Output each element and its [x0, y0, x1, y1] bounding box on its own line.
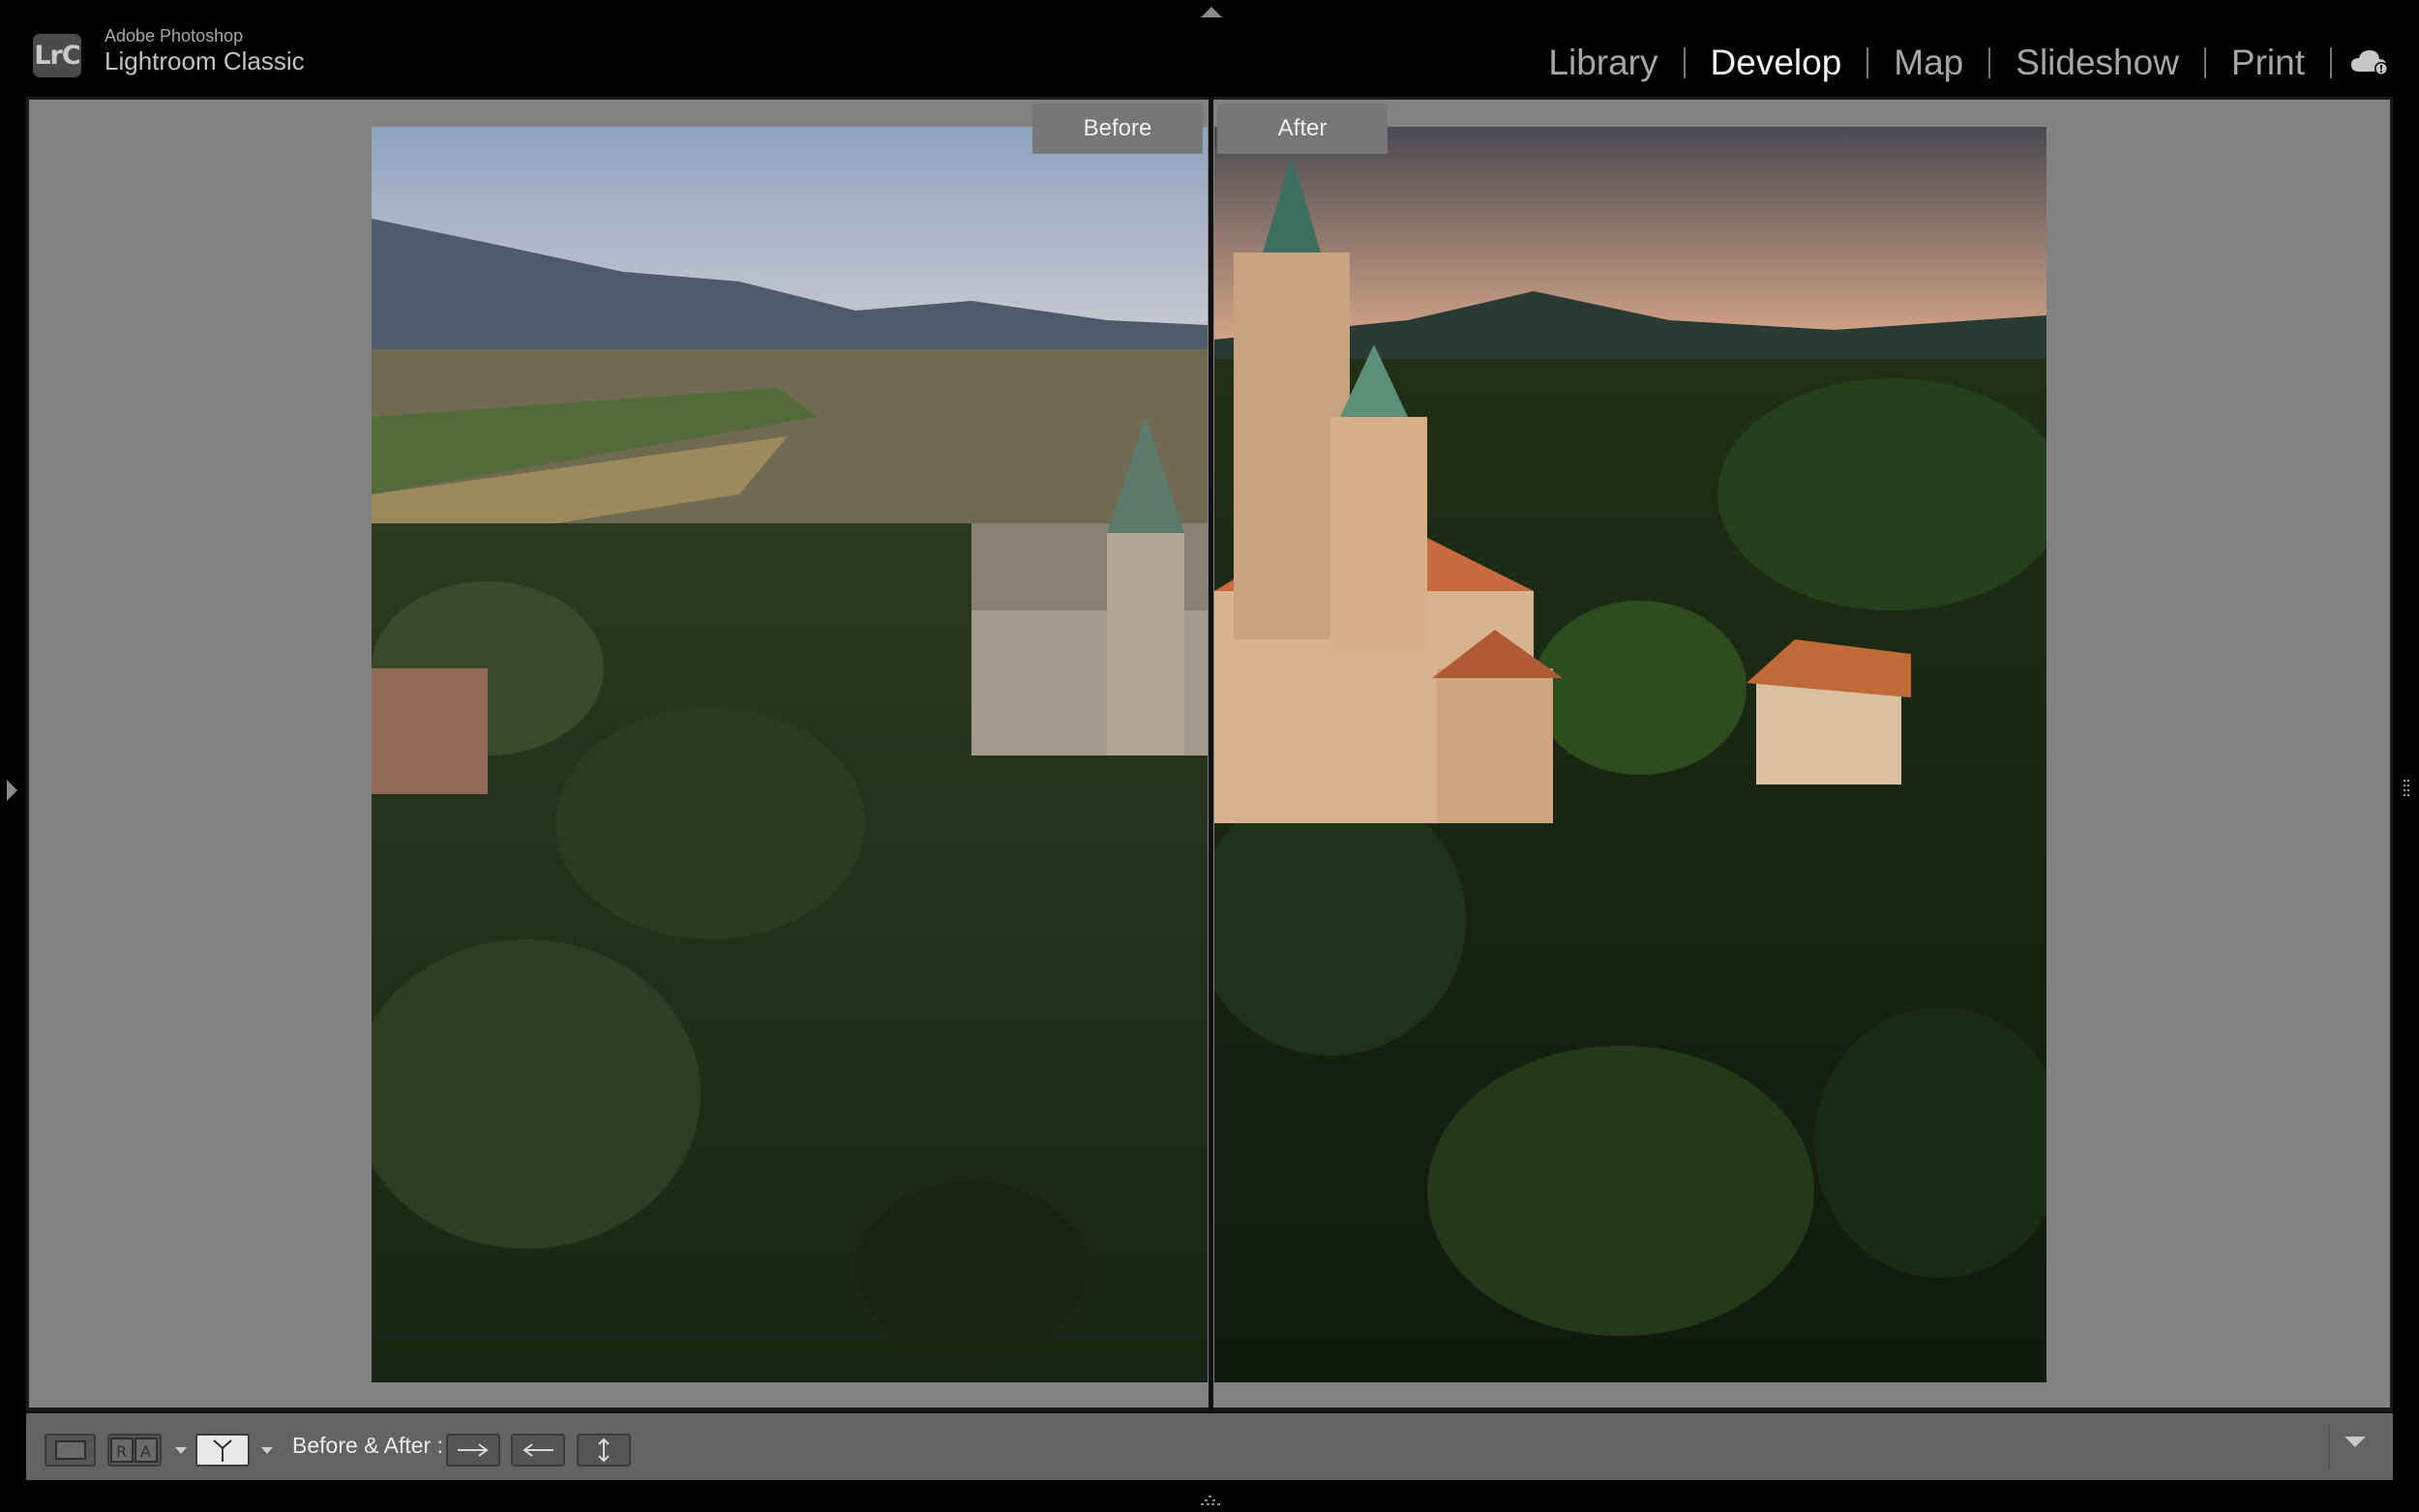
swap-before-after-icon	[598, 1438, 610, 1463]
after-label: After	[1217, 104, 1388, 154]
before-photo-image	[372, 127, 1208, 1382]
right-panel-grip-icon[interactable]	[2400, 778, 2413, 801]
after-photo[interactable]	[1214, 127, 2046, 1382]
before-after-dropdown-icon[interactable]	[261, 1447, 273, 1454]
toolbar-divider	[2328, 1425, 2330, 1469]
identity-plate: LrC Adobe Photoshop Lightroom Classic Li…	[0, 0, 2419, 97]
module-slideshow[interactable]: Slideshow	[1990, 43, 2204, 83]
top-panel-toggle-icon[interactable]	[1201, 7, 1222, 17]
lightroom-logo-icon: LrC	[33, 34, 81, 77]
loupe-view-icon	[54, 1440, 86, 1460]
reference-view-icon: R A	[110, 1438, 158, 1463]
before-after-split-icon	[213, 1439, 232, 1462]
copy-before-to-after-icon	[458, 1443, 489, 1457]
copy-after-to-before-icon	[523, 1443, 553, 1457]
before-after-view-button[interactable]	[195, 1434, 250, 1467]
toolbar-menu-toggle-icon[interactable]	[2344, 1437, 2366, 1447]
before-after-label: Before & After :	[292, 1433, 443, 1458]
svg-text:A: A	[140, 1442, 151, 1461]
module-library[interactable]: Library	[1523, 43, 1683, 83]
before-photo[interactable]	[372, 127, 1208, 1382]
copy-before-to-after-button[interactable]	[446, 1434, 500, 1467]
loupe-view-button[interactable]	[45, 1434, 96, 1467]
copy-after-to-before-button[interactable]	[511, 1434, 565, 1467]
before-label: Before	[1032, 104, 1203, 154]
left-panel-toggle-icon[interactable]	[7, 780, 17, 801]
svg-text:R: R	[116, 1442, 127, 1461]
module-develop[interactable]: Develop	[1686, 43, 1867, 83]
after-photo-image	[1214, 127, 2046, 1382]
reference-view-dropdown-icon[interactable]	[175, 1447, 187, 1454]
module-map[interactable]: Map	[1868, 43, 1988, 83]
reference-view-button[interactable]: R A	[107, 1434, 162, 1467]
module-print[interactable]: Print	[2206, 43, 2330, 83]
module-picker: Library Develop Map Slideshow Print	[1523, 39, 2332, 87]
app-vendor: Adobe Photoshop	[105, 26, 244, 45]
cloud-sync-icon[interactable]	[2349, 46, 2390, 77]
module-separator	[2330, 47, 2332, 78]
filmstrip-grip-icon[interactable]	[1200, 1495, 1221, 1506]
app-name: Lightroom Classic	[105, 46, 305, 75]
develop-toolbar: R A Before & After :	[26, 1410, 2393, 1480]
swap-before-after-button[interactable]	[577, 1434, 631, 1467]
before-after-divider	[1209, 97, 1213, 1410]
